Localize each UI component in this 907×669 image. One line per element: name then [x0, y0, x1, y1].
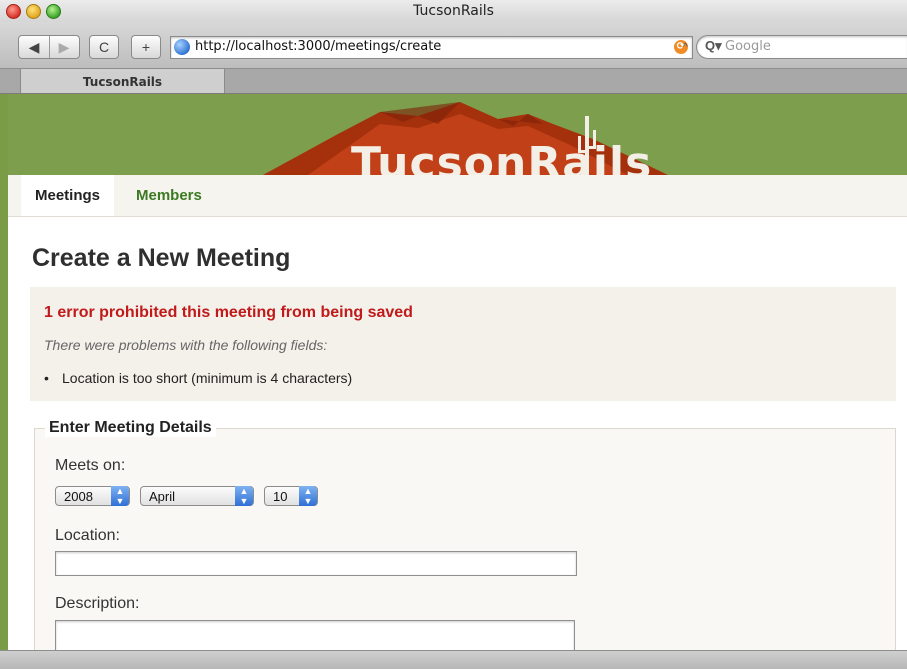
- window-titlebar: TucsonRails: [0, 0, 907, 23]
- add-bookmark-button[interactable]: +: [131, 35, 161, 59]
- address-bar[interactable]: http://localhost:3000/meetings/create ⟳: [170, 36, 693, 59]
- tab-bar: TucsonRails: [0, 69, 907, 94]
- select-arrows-icon: ▲ ▼: [299, 486, 317, 506]
- tab-tucsonrails[interactable]: TucsonRails: [20, 69, 225, 93]
- description-textarea[interactable]: [55, 620, 575, 650]
- site-banner: TucsonRails: [8, 94, 907, 175]
- page-title: Create a New Meeting: [32, 244, 291, 272]
- forward-button[interactable]: ▶: [50, 36, 79, 58]
- snapback-icon[interactable]: ^: [683, 42, 688, 53]
- search-placeholder: Google: [725, 39, 771, 54]
- search-field[interactable]: Q▾ Google: [696, 35, 907, 59]
- page-content: TucsonRails Meetings Members Create a Ne…: [0, 94, 907, 650]
- month-select[interactable]: April ▲ ▼: [140, 486, 254, 506]
- browser-toolbar: ◀ ▶ C + http://localhost:3000/meetings/cr…: [0, 22, 907, 69]
- location-input[interactable]: [55, 551, 577, 576]
- search-icon: Q▾: [705, 38, 722, 53]
- fieldset-legend: Enter Meeting Details: [45, 419, 216, 437]
- nav-meetings[interactable]: Meetings: [21, 175, 115, 216]
- bullet: •: [44, 370, 49, 386]
- error-explanation: 1 error prohibited this meeting from bei…: [30, 287, 896, 401]
- back-button[interactable]: ◀: [20, 36, 49, 58]
- day-value: 10: [273, 489, 288, 504]
- address-bar-url: http://localhost:3000/meetings/create: [195, 39, 442, 54]
- window-title: TucsonRails: [413, 3, 494, 19]
- day-select[interactable]: 10 ▲ ▼: [264, 486, 318, 506]
- meets-on-label: Meets on:: [55, 457, 126, 474]
- error-item-text: Location is too short (minimum is 4 char…: [62, 370, 353, 386]
- site-logo[interactable]: TucsonRails: [351, 138, 652, 175]
- site-nav: Meetings Members: [8, 175, 907, 217]
- status-bar: [0, 650, 907, 669]
- back-forward-control: ◀ ▶: [18, 35, 80, 59]
- location-label: Location:: [55, 527, 120, 544]
- select-arrows-icon: ▲ ▼: [235, 486, 253, 506]
- error-subtitle: There were problems with the following f…: [44, 337, 328, 353]
- globe-icon: [174, 39, 190, 55]
- description-label: Description:: [55, 595, 140, 612]
- error-item: • Location is too short (minimum is 4 cha…: [44, 370, 352, 386]
- reload-button[interactable]: C: [89, 35, 119, 59]
- month-value: April: [149, 489, 176, 504]
- select-arrows-icon: ▲ ▼: [111, 486, 129, 506]
- error-title: 1 error prohibited this meeting from bei…: [44, 304, 413, 321]
- year-select[interactable]: 2008 ▲ ▼: [55, 486, 130, 506]
- meeting-details-fieldset: Enter Meeting Details Meets on: 2008 ▲ ▼ …: [34, 419, 896, 650]
- year-value: 2008: [64, 489, 93, 504]
- nav-members[interactable]: Members: [122, 175, 216, 216]
